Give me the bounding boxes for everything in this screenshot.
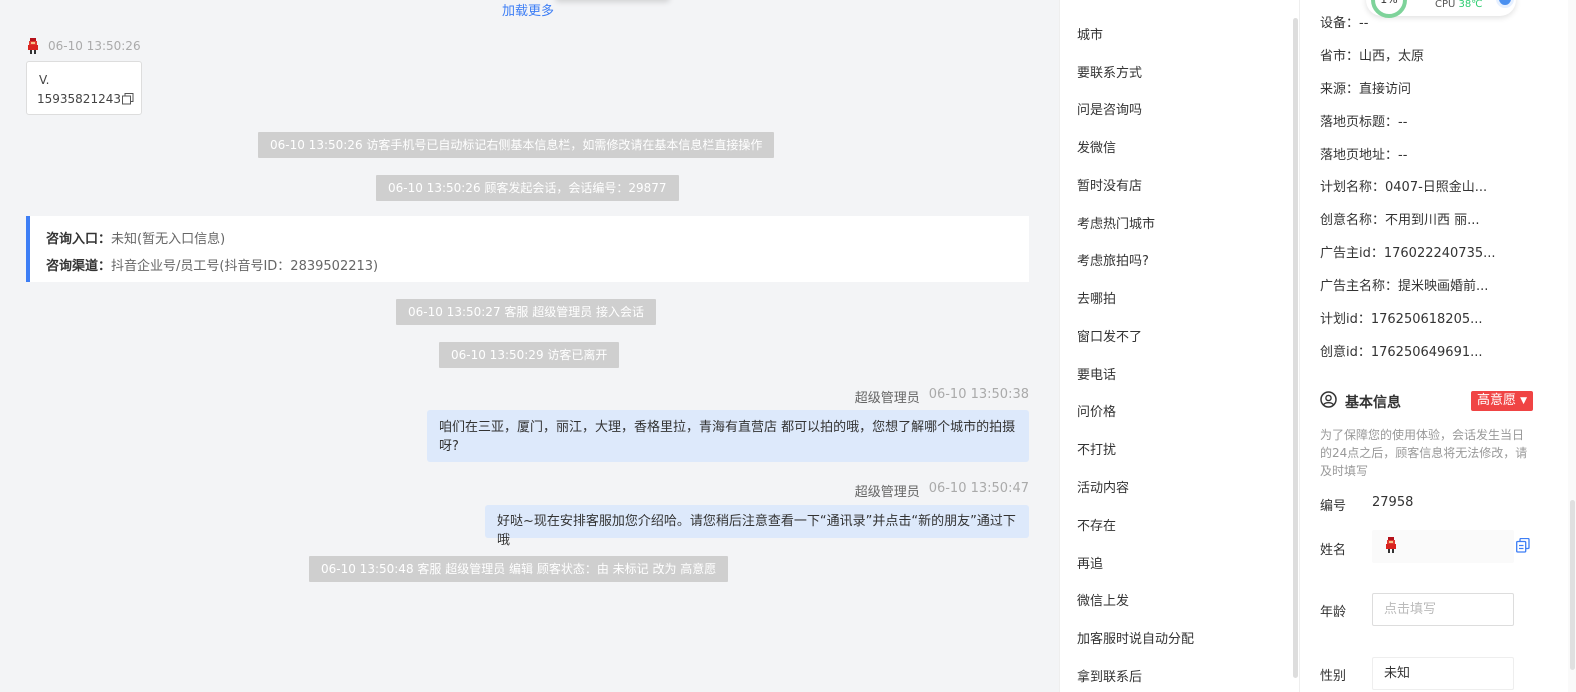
agent-message-header: 超级管理员 06-10 13:50:38 xyxy=(855,387,1029,406)
system-message: 06-10 13:50:48 客服 超级管理员 编辑 顾客状态：由 未标记 改为… xyxy=(309,556,729,582)
info-device: 设备：-- xyxy=(1320,16,1369,31)
cpu-usage-ring: 1% xyxy=(1371,0,1407,18)
quick-reply-item[interactable]: 要联系方式 xyxy=(1077,62,1142,81)
agent-message-line1: 咱们在三亚，厦门，丽江，大理，香格里拉，青海有直营店 都可以拍的哦，您想了解哪个… xyxy=(439,420,1016,435)
intent-status-dropdown[interactable]: 高意愿 ▼ xyxy=(1471,391,1534,411)
chat-panel: 加载更多 06-10 13:50:26 V. 15935821243 06-10… xyxy=(0,0,1058,692)
age-placeholder: 点击填写 xyxy=(1384,602,1437,617)
consult-channel-label: 咨询渠道： xyxy=(46,259,112,274)
quick-reply-item[interactable]: 再追 xyxy=(1077,553,1103,572)
info-source: 来源：直接访问 xyxy=(1320,82,1412,97)
cpu-monitor-widget: 1% CPU 38℃ xyxy=(1366,0,1516,18)
agent-message-bubble: 咱们在三亚，厦门，丽江，大理，香格里拉，青海有直营店 都可以拍的哦，您想了解哪个… xyxy=(427,410,1029,462)
info-advertiser-id: 广告主id：176022240735... xyxy=(1320,246,1496,261)
age-input[interactable]: 点击填写 xyxy=(1372,593,1514,626)
load-more-link[interactable]: 加载更多 xyxy=(502,0,554,19)
gender-select[interactable]: 未知 xyxy=(1372,657,1514,690)
id-value: 27958 xyxy=(1372,495,1414,510)
info-panel-scrollbar-thumb[interactable] xyxy=(1570,500,1575,670)
name-avatar-icon xyxy=(1384,534,1398,565)
gender-value: 未知 xyxy=(1384,666,1411,681)
visitor-message-time: 06-10 13:50:26 xyxy=(48,39,141,53)
consult-entry-value: 未知(暂无入口信息) xyxy=(111,232,226,247)
quick-reply-item[interactable]: 问是咨询吗 xyxy=(1077,99,1142,118)
quick-reply-item[interactable]: 加客服时说自动分配 xyxy=(1077,628,1194,647)
agent-message-bubble: 好哒~现在安排客服加您介绍哈。请您稍后注意查看一下“通讯录”并点击“新的朋友”通… xyxy=(485,505,1029,548)
agent-name: 超级管理员 xyxy=(854,391,920,406)
visitor-avatar-icon xyxy=(26,38,40,54)
visitor-message-line1: V. xyxy=(39,73,50,87)
visitor-message-header: 06-10 13:50:26 xyxy=(26,38,141,54)
agent-message-time: 06-10 13:50:38 xyxy=(928,387,1029,402)
basic-info-header: 基本信息 xyxy=(1320,391,1401,412)
quick-reply-item[interactable]: 问价格 xyxy=(1077,401,1116,420)
caret-down-icon: ▼ xyxy=(1520,396,1528,406)
info-landing-title: 落地页标题：-- xyxy=(1320,115,1408,130)
info-creative-id: 创意id：176250649691... xyxy=(1320,345,1483,360)
info-creative-name: 创意名称：不用到川西 丽... xyxy=(1320,213,1480,228)
copy-name-icon[interactable] xyxy=(1516,537,1530,557)
id-label: 编号 xyxy=(1320,499,1347,514)
age-label: 年龄 xyxy=(1320,605,1347,620)
quick-reply-item[interactable]: 要电话 xyxy=(1077,364,1116,383)
consult-info-card: 咨询入口：未知(暂无入口信息) 咨询渠道：抖音企业号/员工号(抖音号ID：283… xyxy=(26,216,1029,282)
quick-reply-item[interactable]: 发微信 xyxy=(1077,137,1116,156)
quick-reply-item[interactable]: 窗口发不了 xyxy=(1077,326,1142,345)
info-province-city: 省市：山西，太原 xyxy=(1320,49,1425,64)
cpu-label: CPU 38℃ xyxy=(1435,0,1483,10)
quick-reply-item[interactable]: 暂时没有店 xyxy=(1077,175,1142,194)
user-circle-icon xyxy=(1320,391,1337,412)
consult-channel-value: 抖音企业号/员工号(抖音号ID：2839502213) xyxy=(111,259,379,274)
system-message: 06-10 13:50:26 访客手机号已自动标记右侧基本信息栏，如需修改请在基… xyxy=(258,132,775,158)
quick-reply-item[interactable]: 活动内容 xyxy=(1077,477,1129,496)
quick-reply-panel: 城市 要联系方式 问是咨询吗 发微信 暂时没有店 考虑热门城市 考虑旅拍吗? 去… xyxy=(1059,0,1299,692)
cpu-text: CPU xyxy=(1435,0,1456,10)
quick-reply-item[interactable] xyxy=(1077,0,1090,7)
quick-reply-item[interactable]: 考虑旅拍吗? xyxy=(1077,250,1149,269)
intent-status-label: 高意愿 xyxy=(1477,393,1517,408)
system-message: 06-10 13:50:29 访客已离开 xyxy=(439,342,620,368)
quick-reply-item[interactable]: 去哪拍 xyxy=(1077,288,1116,307)
quick-reply-item[interactable]: 城市 xyxy=(1077,24,1103,43)
cpu-status-dot xyxy=(1496,0,1514,8)
agent-message-header: 超级管理员 06-10 13:50:47 xyxy=(855,481,1029,500)
consult-entry-label: 咨询入口： xyxy=(46,232,112,247)
gender-label: 性别 xyxy=(1320,669,1347,684)
system-message: 06-10 13:50:26 顾客发起会话，会话编号：29877 xyxy=(376,175,679,201)
customer-info-panel: 1% CPU 38℃ 设备：-- 省市：山西，太原 来源：直接访问 落地页标题：… xyxy=(1299,0,1576,692)
basic-info-title: 基本信息 xyxy=(1345,394,1401,411)
quick-reply-item[interactable]: 拿到联系后 xyxy=(1077,666,1142,685)
info-advertiser-name: 广告主名称：提米映画婚前... xyxy=(1320,279,1489,294)
copy-icon[interactable] xyxy=(121,92,134,105)
quick-reply-item[interactable]: 考虑热门城市 xyxy=(1077,213,1155,232)
system-message: 06-10 13:50:27 客服 超级管理员 接入会话 xyxy=(396,299,657,325)
edit-hint-text: 为了保障您的使用体验，会话发生当日的24点之后，顾客信息将无法修改，请及时填写 xyxy=(1320,428,1528,478)
name-label: 姓名 xyxy=(1320,543,1347,558)
quick-reply-item[interactable]: 微信上发 xyxy=(1077,590,1129,609)
quick-reply-scrollbar[interactable] xyxy=(1293,18,1298,678)
name-field[interactable] xyxy=(1372,530,1514,563)
info-plan-id: 计划id：176250618205... xyxy=(1320,312,1483,327)
agent-message-line2: 呀? xyxy=(439,439,459,454)
visitor-message-bubble: V. 15935821243 xyxy=(26,61,142,115)
agent-name: 超级管理员 xyxy=(854,485,920,500)
cpu-temp: 38℃ xyxy=(1458,0,1483,10)
quick-reply-item[interactable]: 不打扰 xyxy=(1077,439,1116,458)
agent-message-time: 06-10 13:50:47 xyxy=(928,481,1029,496)
quick-reply-item[interactable]: 不存在 xyxy=(1077,515,1116,534)
info-landing-url: 落地页地址：-- xyxy=(1320,148,1408,163)
visitor-message-phone: 15935821243 xyxy=(37,92,121,106)
info-plan-name: 计划名称：0407-日照金山... xyxy=(1320,180,1488,195)
